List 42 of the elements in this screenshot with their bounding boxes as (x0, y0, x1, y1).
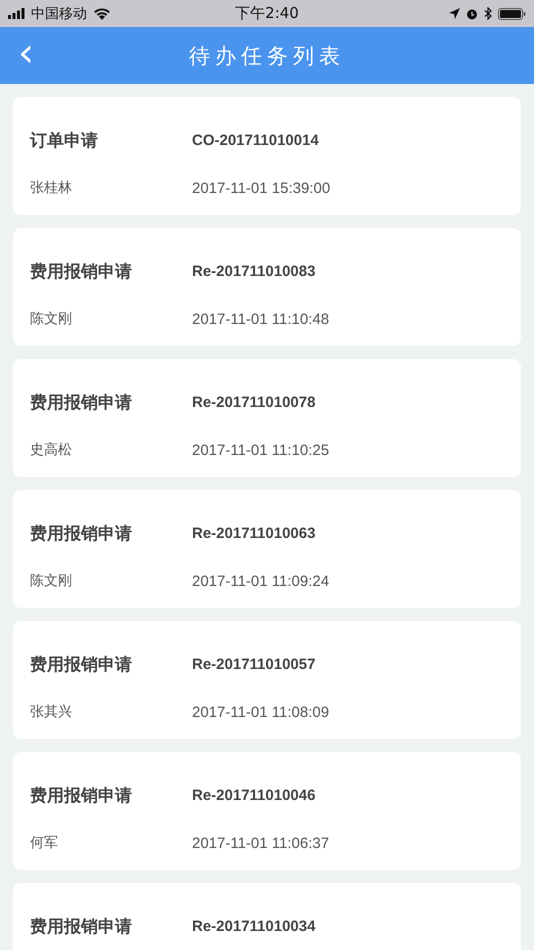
applicant-name: 何军 (30, 834, 59, 852)
task-number: CO-201711010014 (192, 132, 319, 148)
task-number: Re-201711010078 (192, 394, 316, 410)
task-time: 2017-11-01 15:39:00 (192, 180, 330, 196)
applicant-name: 陈文刚 (30, 310, 73, 328)
task-type: 费用报销申请 (30, 522, 133, 544)
battery-icon (498, 8, 526, 20)
task-type: 费用报销申请 (30, 392, 133, 414)
task-type: 费用报销申请 (30, 916, 133, 938)
page-title: 待办任务列表 (189, 42, 345, 70)
task-number: Re-201711010057 (192, 656, 316, 672)
task-card[interactable]: 费用报销申请 Re-201711010078 史高松 2017-11-01 11:10:25 (13, 359, 521, 477)
task-number: Re-201711010046 (192, 786, 316, 804)
task-card[interactable]: 费用报销申请 Re-201711010083 陈文刚 2017-11-01 11:10:48 (13, 228, 521, 346)
task-type: 订单申请 (30, 130, 99, 152)
task-time: 2017-11-01 11:10:48 (192, 310, 330, 328)
task-card[interactable]: 订单申请 CO-201711010014 张桂林 2017-11-01 15:39:00 (13, 97, 521, 215)
task-number: Re-201711010083 (192, 262, 316, 280)
clock-time: 下午2:40 (235, 4, 299, 23)
task-number: Re-201711010034 (192, 918, 316, 934)
applicant-name: 张桂林 (30, 179, 73, 197)
wifi-icon (93, 7, 111, 20)
carrier-name: 中国移动 (31, 4, 87, 22)
task-time: 2017-11-01 11:06:37 (192, 834, 330, 852)
applicant-name: 史高松 (30, 441, 73, 459)
task-type: 费用报销申请 (30, 260, 133, 282)
task-card[interactable]: 费用报销申请 Re-201711010063 陈文刚 2017-11-01 11:09:24 (13, 490, 521, 608)
applicant-name: 陈文刚 (30, 572, 73, 590)
task-time: 2017-11-01 11:08:09 (192, 704, 330, 720)
task-card[interactable]: 费用报销申请 Re-201711010057 张其兴 2017-11-01 11:08:09 (13, 621, 521, 739)
task-card[interactable]: 费用报销申请 Re-201711010034 (13, 883, 521, 950)
signal-icon (8, 8, 25, 19)
location-icon (449, 8, 460, 19)
task-number: Re-201711010063 (192, 524, 316, 542)
applicant-name: 张其兴 (30, 703, 73, 721)
task-type: 费用报销申请 (30, 654, 133, 676)
task-type: 费用报销申请 (30, 784, 133, 806)
alarm-icon (466, 8, 478, 20)
task-time: 2017-11-01 11:10:25 (192, 442, 330, 458)
task-card[interactable]: 费用报销申请 Re-201711010046 何军 2017-11-01 11:06:37 (13, 752, 521, 870)
bluetooth-icon (484, 7, 492, 20)
task-time: 2017-11-01 11:09:24 (192, 572, 330, 590)
